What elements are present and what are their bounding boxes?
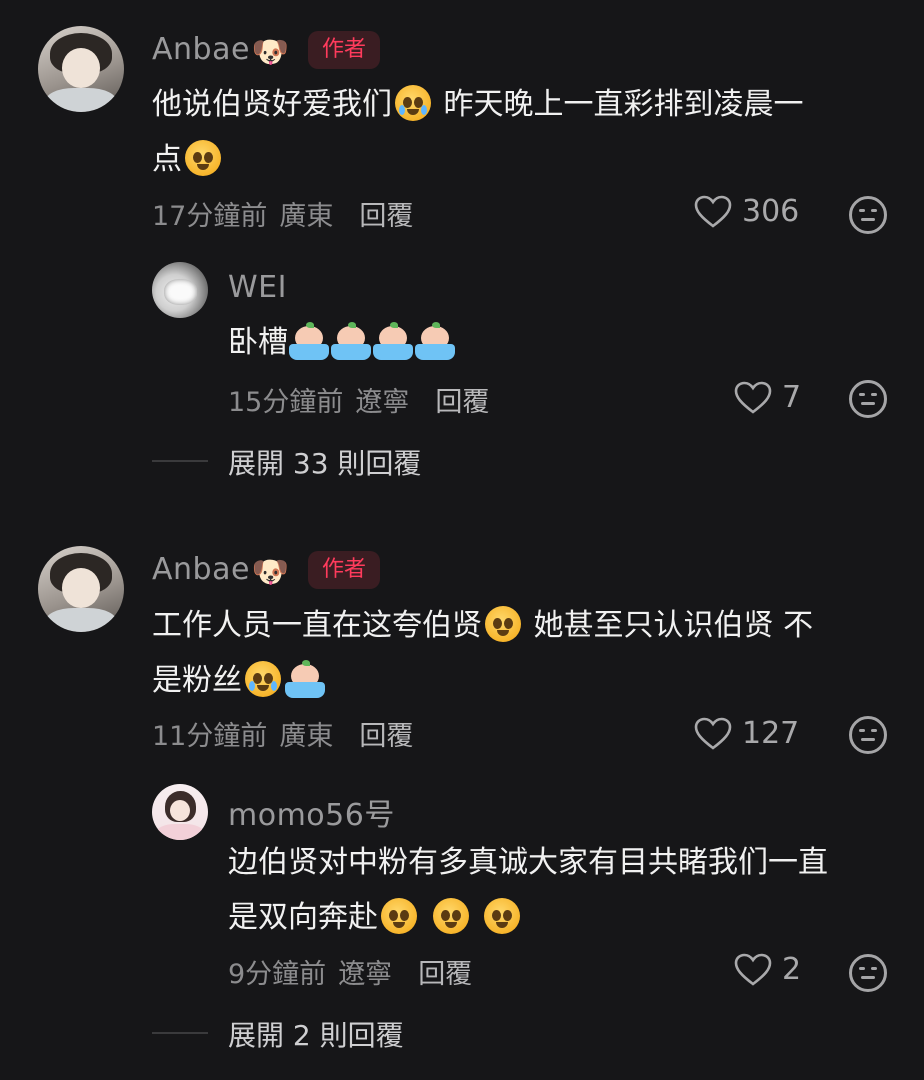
comment-author[interactable]: Anbae🐶 — [152, 32, 290, 70]
dog-emoji-icon: 🐶 — [251, 35, 290, 70]
comment-location: 遼寧 — [338, 959, 393, 990]
comment-location: 遼寧 — [355, 387, 410, 418]
like-button[interactable]: 127 — [694, 716, 799, 751]
avatar[interactable] — [38, 26, 124, 112]
divider — [152, 1032, 208, 1034]
comment-time: 15分鐘前 — [228, 387, 344, 418]
comment-text: 边伯贤对中粉有多真诚大家有目共睹我们一直 是双向奔赴 — [228, 845, 828, 935]
comment-meta: 11分鐘前 廣東 回覆 — [152, 714, 413, 753]
baby-bath-icon — [415, 322, 455, 360]
pleading-face-icon — [485, 606, 521, 642]
divider — [152, 460, 208, 462]
comment-location: 廣東 — [279, 201, 334, 232]
neutral-face-icon[interactable] — [849, 716, 887, 754]
expand-replies-button[interactable]: 展開 2 則回覆 — [228, 1014, 404, 1054]
author-badge: 作者 — [308, 551, 381, 589]
comment-location: 廣東 — [279, 721, 334, 752]
crying-face-icon — [395, 85, 431, 121]
like-count: 306 — [742, 194, 800, 229]
baby-bath-icon — [373, 322, 413, 360]
pleading-face-icon — [484, 898, 521, 934]
comment-text: 他说伯贤好爱我们 昨天晚上一直彩排到凌晨一 点 — [152, 85, 804, 177]
comment-author[interactable]: momo56号 — [228, 790, 395, 834]
dog-emoji-icon: 🐶 — [251, 555, 290, 590]
comment-meta: 17分鐘前 廣東 回覆 — [152, 194, 413, 233]
reply-item: momo56号 边伯贤对中粉有多真诚大家有目共睹我们一直 是双向奔赴 9分鐘前遼… — [0, 780, 924, 1070]
baby-bath-icon — [285, 660, 325, 698]
comment-author[interactable]: Anbae🐶 — [152, 552, 290, 590]
comment-time: 9分鐘前 — [228, 959, 327, 990]
reply-button[interactable]: 回覆 — [418, 959, 472, 990]
comment-time: 17分鐘前 — [152, 201, 268, 232]
comment-time: 11分鐘前 — [152, 721, 268, 752]
pleading-face-icon — [432, 898, 469, 934]
heart-outline-icon — [694, 195, 732, 228]
comment-text: 工作人员一直在这夸伯贤 她甚至只认识伯贤 不 是粉丝 — [152, 606, 814, 698]
comment-meta: 9分鐘前 遼寧 回覆 — [228, 952, 472, 991]
like-button[interactable]: 7 — [734, 380, 801, 415]
neutral-face-icon[interactable] — [849, 954, 887, 992]
comment-item: Anbae🐶 作者 他说伯贤好爱我们 昨天晚上一直彩排到凌晨一 点 17分鐘前廣… — [0, 0, 924, 250]
pleading-face-icon — [381, 898, 417, 934]
baby-bath-icon — [289, 322, 329, 360]
avatar[interactable] — [152, 262, 208, 318]
expand-replies-button[interactable]: 展開 33 則回覆 — [228, 442, 421, 482]
like-count: 127 — [742, 716, 800, 751]
comment-item: Anbae🐶 作者 工作人员一直在这夸伯贤 她甚至只认识伯贤 不 是粉丝 11分… — [0, 530, 924, 780]
reply-item: WEI 卧槽 15分鐘前 遼寧 回覆 7 展開 33 則回覆 — [0, 250, 924, 490]
neutral-face-icon[interactable] — [849, 196, 887, 234]
neutral-face-icon[interactable] — [849, 380, 887, 418]
avatar[interactable] — [38, 546, 124, 632]
author-badge: 作者 — [308, 31, 381, 69]
comment-meta: 15分鐘前 遼寧 回覆 — [228, 380, 489, 419]
crying-face-icon — [245, 661, 281, 697]
heart-outline-icon — [734, 381, 772, 414]
reply-button[interactable]: 回覆 — [359, 721, 413, 752]
heart-outline-icon — [694, 717, 732, 750]
reply-button[interactable]: 回覆 — [435, 387, 489, 418]
like-button[interactable]: 2 — [734, 952, 801, 987]
comment-text: 卧槽 — [228, 315, 456, 370]
pleading-face-icon — [185, 140, 221, 176]
like-button[interactable]: 306 — [694, 194, 799, 229]
avatar[interactable] — [152, 784, 208, 840]
comment-author[interactable]: WEI — [228, 270, 287, 305]
like-count: 7 — [782, 380, 802, 415]
reply-button[interactable]: 回覆 — [359, 201, 413, 232]
baby-bath-icon — [331, 322, 371, 360]
like-count: 2 — [782, 952, 802, 987]
heart-outline-icon — [734, 953, 772, 986]
